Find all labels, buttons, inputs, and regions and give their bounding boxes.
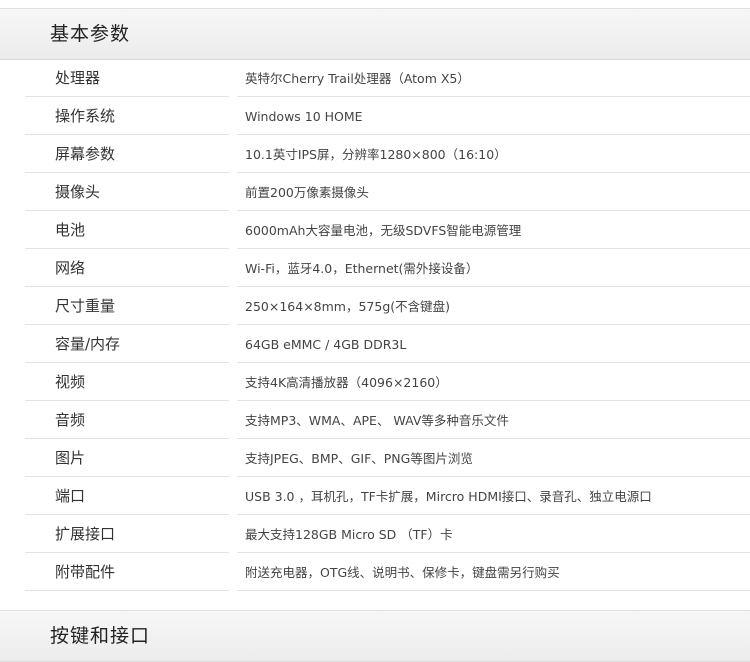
spec-row-audio: 音频 支持MP3、WMA、APE、 WAV等多种音乐文件 xyxy=(0,402,750,440)
spec-row-storage-memory: 容量/内存 64GB eMMC / 4GB DDR3L xyxy=(0,326,750,364)
spec-label: 音频 xyxy=(25,402,229,439)
spec-value: 250×164×8mm，575g(不含键盘) xyxy=(237,288,750,325)
spec-value: Wi-Fi，蓝牙4.0，Ethernet(需外接设备） xyxy=(237,250,750,287)
spec-label: 屏幕参数 xyxy=(25,136,229,173)
spec-label: 端口 xyxy=(25,478,229,515)
spec-value: Windows 10 HOME xyxy=(237,98,750,135)
spec-row-network: 网络 Wi-Fi，蓝牙4.0，Ethernet(需外接设备） xyxy=(0,250,750,288)
section-header-keys-ports: 按键和接口 xyxy=(0,610,750,662)
spec-value: 英特尔Cherry Trail处理器（Atom X5） xyxy=(237,60,750,97)
spec-row-expansion: 扩展接口 最大支持128GB Micro SD （TF）卡 xyxy=(0,516,750,554)
spec-value: 支持4K高清播放器（4096×2160） xyxy=(237,364,750,401)
spec-label: 处理器 xyxy=(25,60,229,97)
spec-label: 尺寸重量 xyxy=(25,288,229,325)
spec-label: 附带配件 xyxy=(25,554,229,591)
spec-row-screen: 屏幕参数 10.1英寸IPS屏，分辨率1280×800（16:10） xyxy=(0,136,750,174)
spec-row-accessories: 附带配件 附送充电器，OTG线、说明书、保修卡，键盘需另行购买 xyxy=(0,554,750,592)
spec-value: USB 3.0 ，耳机孔，TF卡扩展，Mircro HDMI接口、录音孔、独立电… xyxy=(237,478,750,515)
spec-row-battery: 电池 6000mAh大容量电池，无级SDVFS智能电源管理 xyxy=(0,212,750,250)
spec-row-image: 图片 支持JPEG、BMP、GIF、PNG等图片浏览 xyxy=(0,440,750,478)
spec-row-video: 视频 支持4K高清播放器（4096×2160） xyxy=(0,364,750,402)
section-title: 基本参数 xyxy=(50,23,131,45)
spec-value: 附送充电器，OTG线、说明书、保修卡，键盘需另行购买 xyxy=(237,554,750,591)
spec-row-os: 操作系统 Windows 10 HOME xyxy=(0,98,750,136)
spec-row-camera: 摄像头 前置200万像素摄像头 xyxy=(0,174,750,212)
spec-value: 支持JPEG、BMP、GIF、PNG等图片浏览 xyxy=(237,440,750,477)
spec-label: 扩展接口 xyxy=(25,516,229,553)
spec-label: 容量/内存 xyxy=(25,326,229,363)
spec-value: 64GB eMMC / 4GB DDR3L xyxy=(237,326,750,363)
spec-label: 网络 xyxy=(25,250,229,287)
spec-table: 处理器 英特尔Cherry Trail处理器（Atom X5） 操作系统 Win… xyxy=(0,60,750,592)
spec-row-size-weight: 尺寸重量 250×164×8mm，575g(不含键盘) xyxy=(0,288,750,326)
spec-value: 支持MP3、WMA、APE、 WAV等多种音乐文件 xyxy=(237,402,750,439)
spec-row-ports: 端口 USB 3.0 ，耳机孔，TF卡扩展，Mircro HDMI接口、录音孔、… xyxy=(0,478,750,516)
section-header-basic-params: 基本参数 xyxy=(0,8,750,60)
spec-value: 前置200万像素摄像头 xyxy=(237,174,750,211)
spec-label: 电池 xyxy=(25,212,229,249)
spec-value: 10.1英寸IPS屏，分辨率1280×800（16:10） xyxy=(237,136,750,173)
spec-value: 6000mAh大容量电池，无级SDVFS智能电源管理 xyxy=(237,212,750,249)
spec-value: 最大支持128GB Micro SD （TF）卡 xyxy=(237,516,750,553)
spec-label: 摄像头 xyxy=(25,174,229,211)
spec-label: 操作系统 xyxy=(25,98,229,135)
spec-row-processor: 处理器 英特尔Cherry Trail处理器（Atom X5） xyxy=(0,60,750,98)
section-title: 按键和接口 xyxy=(50,625,151,647)
spec-label: 图片 xyxy=(25,440,229,477)
spec-label: 视频 xyxy=(25,364,229,401)
